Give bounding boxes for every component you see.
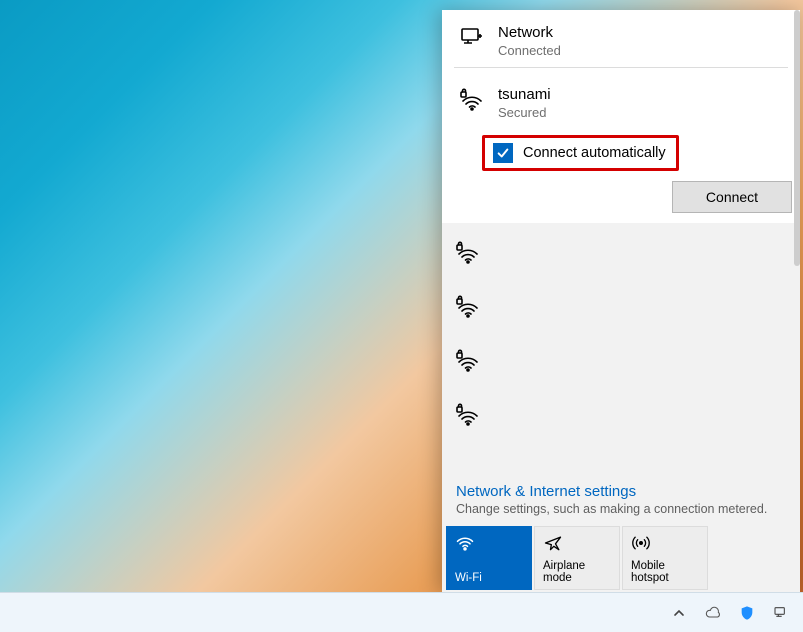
network-header-icon-col bbox=[460, 24, 498, 53]
wifi-secure-icon bbox=[456, 349, 480, 376]
monitor-network-icon bbox=[460, 26, 484, 53]
tile-wifi[interactable]: Wi-Fi bbox=[446, 526, 532, 590]
connect-automatically-checkbox[interactable] bbox=[493, 143, 513, 163]
wifi-secure-icon bbox=[456, 403, 480, 430]
selected-network-security: Secured bbox=[498, 105, 782, 121]
network-row[interactable] bbox=[442, 335, 800, 389]
tile-hotspot[interactable]: Mobile hotspot bbox=[622, 526, 708, 590]
tile-hotspot-label: Mobile hotspot bbox=[631, 560, 699, 585]
network-title: Network bbox=[498, 24, 782, 43]
network-row[interactable] bbox=[442, 389, 800, 443]
wifi-secure-icon bbox=[456, 241, 480, 268]
network-flyout: Network Connected bbox=[442, 10, 800, 592]
tile-wifi-label: Wi-Fi bbox=[455, 572, 523, 585]
hotspot-icon bbox=[631, 533, 699, 553]
wifi-icon bbox=[455, 533, 523, 553]
network-settings-description: Change settings, such as making a connec… bbox=[456, 502, 786, 516]
quick-action-tiles: Wi-Fi Airplane mode Mobi bbox=[442, 526, 800, 592]
tray-network-icon[interactable] bbox=[771, 603, 791, 623]
settings-footer: Network & Internet settings Change setti… bbox=[442, 483, 800, 526]
selected-network-icon-col bbox=[460, 86, 498, 115]
divider bbox=[454, 67, 788, 68]
wifi-secure-icon bbox=[460, 88, 484, 115]
network-header-row[interactable]: Network Connected bbox=[442, 10, 800, 67]
connect-automatically-label: Connect automatically bbox=[523, 145, 666, 161]
flyout-inner: Network Connected bbox=[442, 10, 800, 592]
tray-security-shield-icon[interactable] bbox=[737, 603, 757, 623]
selected-network-row[interactable]: tsunami Secured bbox=[442, 72, 800, 129]
tile-airplane-label: Airplane mode bbox=[543, 560, 611, 585]
connect-button[interactable]: Connect bbox=[672, 181, 792, 213]
network-row[interactable] bbox=[442, 227, 800, 281]
tray-cloud-icon[interactable] bbox=[703, 603, 723, 623]
network-row[interactable] bbox=[442, 281, 800, 335]
network-settings-link[interactable]: Network & Internet settings bbox=[456, 483, 786, 500]
wifi-secure-icon bbox=[456, 295, 480, 322]
flyout-header: Network Connected bbox=[442, 10, 800, 223]
tray-chevron-up-icon[interactable] bbox=[669, 603, 689, 623]
connect-automatically-row[interactable]: Connect automatically bbox=[482, 135, 679, 171]
other-networks-list bbox=[442, 223, 800, 483]
connect-button-row: Connect bbox=[442, 181, 800, 213]
airplane-icon bbox=[543, 533, 611, 553]
taskbar bbox=[0, 592, 803, 632]
selected-network-ssid: tsunami bbox=[498, 86, 782, 105]
network-status: Connected bbox=[498, 43, 782, 59]
tile-airplane[interactable]: Airplane mode bbox=[534, 526, 620, 590]
